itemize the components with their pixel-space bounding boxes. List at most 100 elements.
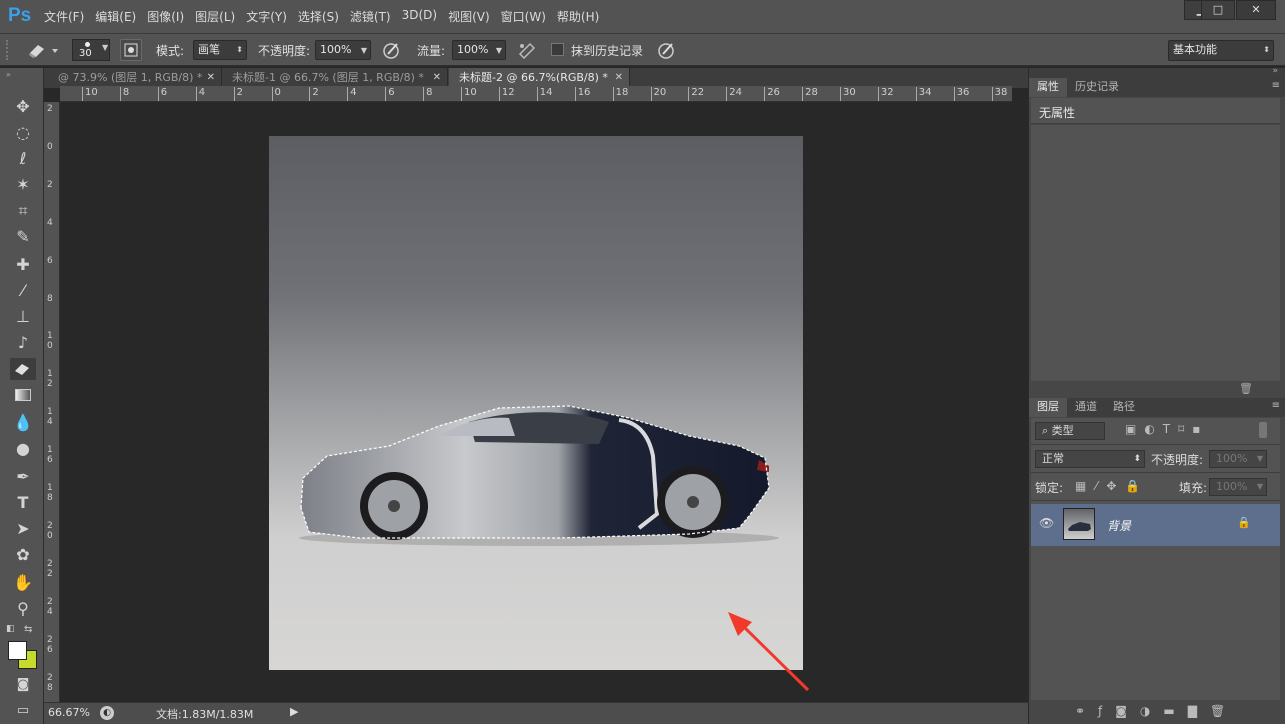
- dodge-tool-icon[interactable]: ●: [10, 438, 36, 460]
- document-size: 文档:1.83M/1.83M: [156, 708, 254, 721]
- panel-menu-icon[interactable]: ≡: [1272, 80, 1280, 91]
- tab-history[interactable]: 历史记录: [1067, 78, 1127, 97]
- tab-properties[interactable]: 属性: [1029, 78, 1067, 97]
- tab-paths[interactable]: 路径: [1105, 398, 1143, 417]
- ruler-tick-label: 12: [498, 87, 515, 101]
- brush-size-picker[interactable]: 30 ▼: [72, 39, 110, 61]
- tab-document-1[interactable]: @ 73.9% (图层 1, RGB/8) * ✕: [48, 68, 222, 88]
- history-brush-tool-icon[interactable]: ♪: [10, 332, 36, 354]
- menu-layer[interactable]: 图层(L): [195, 8, 235, 25]
- layers-footer-icons[interactable]: ⚭ƒ◙◑▬▇🗑: [1031, 700, 1280, 724]
- blend-mode-select[interactable]: 正常 ⬍: [1035, 450, 1145, 468]
- erase-history-checkbox[interactable]: [551, 43, 564, 56]
- brush-tool-icon[interactable]: ⁄: [10, 280, 36, 302]
- layer-name[interactable]: 背景: [1107, 517, 1131, 534]
- menu-window[interactable]: 窗口(W): [501, 8, 546, 25]
- trash-icon[interactable]: 🗑: [1239, 382, 1253, 395]
- ruler-tick-label: 26: [764, 87, 780, 101]
- brush-panel-toggle-icon[interactable]: [120, 39, 142, 61]
- workspace-select[interactable]: 基本功能 ⬍: [1168, 40, 1274, 61]
- pressure-size-icon[interactable]: [655, 40, 677, 60]
- ruler-tick-label: 28: [802, 87, 818, 101]
- move-tool-icon[interactable]: ✥: [10, 96, 36, 118]
- collapse-arrows-icon[interactable]: »: [1272, 66, 1278, 76]
- layer-opacity-input[interactable]: 100% ▼: [1209, 450, 1267, 468]
- collapse-arrows-icon[interactable]: »: [6, 70, 11, 79]
- zoom-level[interactable]: 66.67%: [48, 706, 90, 719]
- screen-mode-icon[interactable]: ▭: [10, 700, 36, 722]
- quick-mask-icon[interactable]: ◙: [10, 674, 36, 696]
- filter-toggle-icon[interactable]: [1259, 422, 1267, 438]
- ruler-tick-label: 36: [953, 87, 969, 101]
- layer-filter-icons[interactable]: ▣◐T⌑▪: [1125, 422, 1208, 436]
- menu-help[interactable]: 帮助(H): [557, 8, 599, 25]
- menu-type[interactable]: 文字(Y): [246, 8, 287, 25]
- ruler-tick-label: 30: [840, 87, 856, 101]
- swap-colors-icon[interactable]: ⇆: [24, 624, 32, 635]
- ruler-tick-label: 16: [574, 87, 590, 101]
- status-menu-arrow-icon[interactable]: ▶: [290, 705, 298, 718]
- crop-tool-icon[interactable]: ⌗: [10, 200, 36, 222]
- lock-options-icons[interactable]: ▦⁄✥🔒: [1075, 479, 1149, 493]
- close-icon[interactable]: ✕: [615, 68, 623, 87]
- marquee-tool-icon[interactable]: ◌: [10, 122, 36, 144]
- pressure-opacity-icon[interactable]: [380, 40, 402, 60]
- close-icon[interactable]: ✕: [433, 68, 441, 87]
- close-button[interactable]: ✕: [1236, 0, 1276, 20]
- default-colors-icon[interactable]: ◧: [6, 624, 15, 634]
- zoom-tool-icon[interactable]: ⚲: [10, 598, 36, 620]
- magic-wand-tool-icon[interactable]: ✶: [10, 174, 36, 196]
- chevron-down-icon: ▼: [495, 46, 502, 55]
- airbrush-icon[interactable]: [516, 40, 538, 60]
- visibility-eye-icon[interactable]: 👁: [1039, 516, 1054, 530]
- menu-select[interactable]: 选择(S): [298, 8, 339, 25]
- tab-document-2[interactable]: 未标题-1 @ 66.7% (图层 1, RGB/8) * ✕: [222, 68, 448, 88]
- menu-edit[interactable]: 编辑(E): [95, 8, 136, 25]
- gradient-tool-icon[interactable]: [10, 384, 36, 406]
- foreground-color-swatch[interactable]: [8, 641, 27, 660]
- pen-tool-icon[interactable]: ✒: [10, 466, 36, 488]
- path-selection-tool-icon[interactable]: ➤: [10, 518, 36, 540]
- panel-menu-icon[interactable]: ≡: [1272, 400, 1280, 411]
- hand-tool-icon[interactable]: ✋: [10, 572, 36, 594]
- fill-input[interactable]: 100% ▼: [1209, 478, 1267, 496]
- layer-opacity-label: 不透明度:: [1151, 453, 1204, 467]
- eraser-tool-icon[interactable]: [10, 358, 36, 380]
- blur-tool-icon[interactable]: 💧: [10, 412, 36, 434]
- document-canvas[interactable]: [269, 136, 803, 670]
- clone-stamp-tool-icon[interactable]: ⊥: [10, 306, 36, 328]
- opacity-input[interactable]: 100% ▼: [315, 40, 371, 60]
- ruler-tick-label: 4: [347, 87, 357, 101]
- shape-tool-icon[interactable]: ✿: [10, 544, 36, 566]
- tab-layers[interactable]: 图层: [1029, 398, 1067, 417]
- brush-size-value: 30: [79, 48, 92, 59]
- mode-select[interactable]: 画笔 ⬍: [193, 40, 247, 60]
- menu-bar: Ps 文件(F) 编辑(E) 图像(I) 图层(L) 文字(Y) 选择(S) 滤…: [0, 0, 1285, 34]
- healing-brush-tool-icon[interactable]: ✚: [10, 254, 36, 276]
- tab-document-3[interactable]: 未标题-2 @ 66.7%(RGB/8) * ✕: [449, 68, 630, 88]
- menu-3d[interactable]: 3D(D): [402, 8, 437, 25]
- ruler-tick-label: 34: [915, 87, 932, 101]
- options-bar: 30 ▼ 模式: 画笔 ⬍ 不透明度: 100% ▼ 流量: 100% ▼ 抹到历史记…: [0, 34, 1285, 66]
- menu-filter[interactable]: 滤镜(T): [350, 8, 391, 25]
- tab-channels[interactable]: 通道: [1067, 398, 1105, 417]
- grip-handle[interactable]: [6, 40, 10, 60]
- eraser-tool-preset-icon[interactable]: [24, 39, 60, 61]
- workspace-value: 基本功能: [1173, 43, 1217, 56]
- close-icon[interactable]: ✕: [207, 68, 215, 87]
- tools-panel: » ✥ ◌ ℓ ✶ ⌗ ✎ ✚ ⁄ ⊥ ♪ 💧 ● ✒ T ➤ ✿ ✋ ⚲ ◧ …: [0, 68, 44, 724]
- ruler-tick-label: 2: [47, 179, 53, 190]
- updown-icon: ⬍: [1133, 454, 1141, 464]
- maximize-button[interactable]: □: [1201, 0, 1235, 20]
- menu-image[interactable]: 图像(I): [147, 8, 184, 25]
- layer-filter-select[interactable]: ⌕ 类型: [1035, 422, 1105, 440]
- layer-row-background[interactable]: 👁 背景 🔒: [1031, 504, 1280, 546]
- menu-view[interactable]: 视图(V): [448, 8, 490, 25]
- type-tool-icon[interactable]: T: [10, 492, 36, 514]
- tab-label: 未标题-1 @ 66.7% (图层 1, RGB/8) *: [232, 71, 424, 84]
- lasso-tool-icon[interactable]: ℓ: [10, 148, 36, 170]
- eyedropper-tool-icon[interactable]: ✎: [10, 226, 36, 248]
- status-info-icon[interactable]: ◐: [100, 706, 114, 720]
- menu-file[interactable]: 文件(F): [44, 8, 84, 25]
- flow-input[interactable]: 100% ▼: [452, 40, 506, 60]
